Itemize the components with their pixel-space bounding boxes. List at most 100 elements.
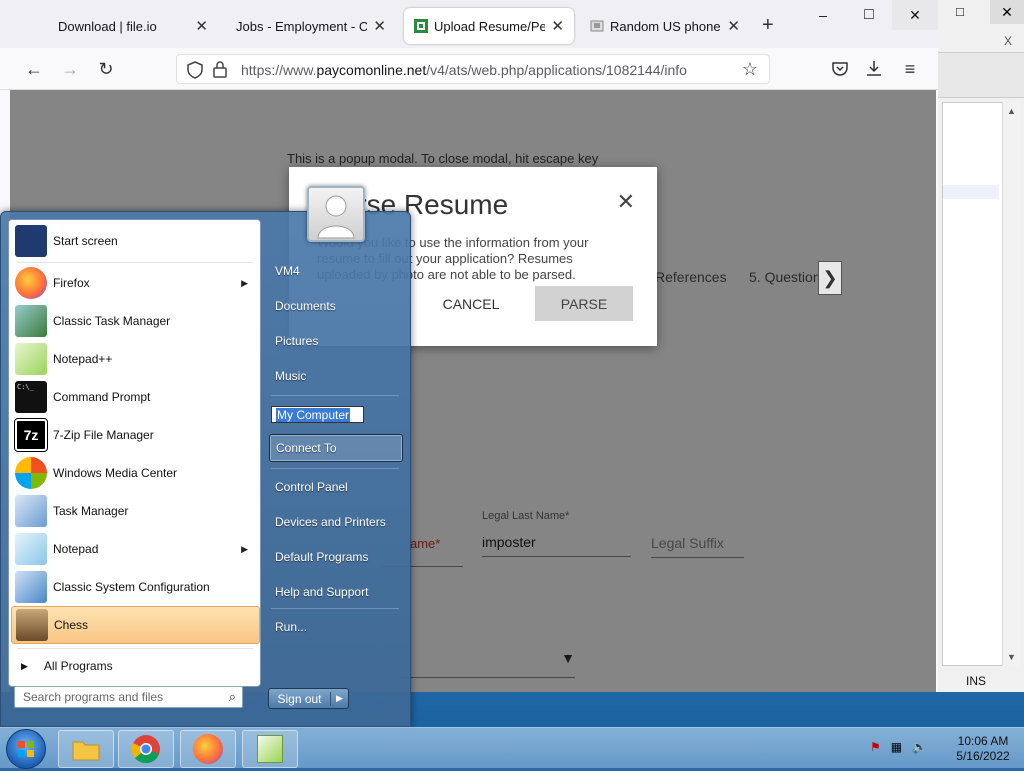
program-label: Firefox — [53, 276, 90, 290]
submenu-arrow-icon[interactable]: ▶ — [241, 278, 248, 289]
rename-my-computer-field[interactable]: My Computer — [271, 406, 364, 423]
tab-random-phone[interactable]: Random US phone num ✕ — [580, 8, 750, 44]
menu-item-documents[interactable]: Documents — [269, 292, 403, 320]
program-label: 7-Zip File Manager — [53, 428, 154, 442]
program-chess[interactable]: Chess — [11, 606, 260, 644]
close-pane-button[interactable]: X — [1004, 34, 1012, 48]
separator — [17, 648, 253, 649]
taskbar-firefox[interactable] — [180, 730, 236, 768]
close-tab-icon[interactable]: ✕ — [373, 17, 386, 35]
close-window-button[interactable]: ✕ — [990, 0, 1024, 24]
program-notepad[interactable]: Notepad ▶ — [11, 530, 260, 568]
separator — [271, 608, 399, 609]
next-step-arrow-icon[interactable]: ❯ — [818, 261, 842, 295]
task-manager-icon — [15, 305, 47, 337]
program-task-manager[interactable]: Task Manager — [11, 492, 260, 530]
paycom-favicon-icon — [414, 19, 428, 33]
program-label: Task Manager — [53, 504, 129, 518]
maximize-button[interactable]: □ — [846, 0, 892, 30]
shield-icon[interactable] — [187, 61, 203, 79]
program-windows-media-center[interactable]: Windows Media Center — [11, 454, 260, 492]
downloads-icon[interactable] — [866, 60, 882, 77]
back-arrow-icon[interactable]: ← — [20, 56, 48, 82]
tab-download-fileio[interactable]: Download | file.io ✕ — [48, 8, 218, 44]
maximize-button[interactable]: □ — [956, 4, 964, 19]
close-window-button[interactable]: ✕ — [892, 0, 938, 30]
program-firefox[interactable]: Firefox ▶ — [11, 264, 260, 302]
search-icon[interactable]: ⌕ — [229, 689, 236, 705]
background-window: □ ✕ X ▲ ▼ INS — [938, 0, 1024, 692]
user-account-picture[interactable] — [307, 186, 365, 242]
program-label: Classic System Configuration — [53, 580, 210, 594]
url-prefix: https://www. — [241, 62, 317, 78]
network-icon[interactable]: ▦ — [891, 740, 902, 754]
close-icon[interactable]: ✕ — [617, 189, 635, 215]
menu-item-run[interactable]: Run... — [269, 613, 403, 641]
menu-item-my-computer: My Computer — [276, 407, 351, 422]
separator — [271, 395, 399, 396]
program-classic-system-configuration[interactable]: Classic System Configuration — [11, 568, 260, 606]
menu-item-devices-and-printers[interactable]: Devices and Printers — [269, 508, 403, 536]
clock[interactable]: 10:06 AM 5/16/2022 — [950, 734, 1016, 764]
tab-title: Jobs - Employment - Caree — [236, 18, 368, 34]
parse-button[interactable]: PARSE — [535, 286, 633, 321]
forward-arrow-icon[interactable]: → — [56, 56, 84, 82]
url-bar[interactable]: https://www.paycomonline.net/v4/ats/web.… — [176, 54, 770, 84]
taskbar-chrome[interactable] — [118, 730, 174, 768]
menu-item-vm4[interactable]: VM4 — [269, 257, 403, 285]
tab-upload-resume[interactable]: Upload Resume/Personal ✕ — [404, 8, 574, 44]
program-start-screen[interactable]: Start screen — [11, 222, 260, 260]
lock-icon[interactable] — [213, 61, 227, 78]
bookmark-star-icon[interactable]: ☆ — [736, 56, 764, 82]
right-arrow-icon: ▶ — [21, 660, 28, 671]
taskbar-file-explorer[interactable] — [58, 730, 114, 768]
menu-item-help-and-support[interactable]: Help and Support — [269, 578, 403, 606]
start-button[interactable] — [6, 729, 46, 769]
menu-item-pictures[interactable]: Pictures — [269, 327, 403, 355]
shutdown-options-arrow-icon[interactable]: ▶ — [331, 693, 348, 704]
scroll-down-icon[interactable]: ▼ — [1003, 652, 1020, 662]
volume-muted-icon[interactable]: 🔈 — [912, 740, 927, 754]
programs-pane: Start screen Firefox ▶ Classic Task Mana… — [8, 219, 261, 687]
action-center-icon[interactable]: ⚑ — [870, 740, 881, 754]
close-tab-icon[interactable]: ✕ — [551, 17, 564, 35]
toolbar-area — [938, 52, 1024, 98]
close-tab-icon[interactable]: ✕ — [195, 17, 208, 35]
vertical-scrollbar[interactable]: ▲ ▼ — [1002, 102, 1020, 666]
menu-item-connect-to[interactable]: Connect To — [269, 434, 403, 462]
close-tab-icon[interactable]: ✕ — [727, 17, 740, 35]
firefox-icon — [193, 734, 223, 764]
sign-out-button[interactable]: Sign out ▶ — [268, 688, 349, 709]
navigation-toolbar: ← → ↻ https://www.paycomonline.net/v4/at… — [0, 48, 938, 90]
menu-hamburger-icon[interactable]: ≡ — [896, 56, 924, 82]
7zip-icon: 7z — [14, 418, 48, 452]
taskbar-notepadpp[interactable] — [242, 730, 298, 768]
program-command-prompt[interactable]: C:\_ Command Prompt — [11, 378, 260, 416]
selected-line — [943, 185, 999, 199]
pocket-icon[interactable] — [832, 61, 848, 76]
search-programs-input[interactable]: Search programs and files ⌕ — [14, 686, 243, 708]
url-domain: paycomonline.net — [316, 62, 427, 78]
new-tab-button[interactable]: + — [762, 14, 774, 37]
program-notepadpp[interactable]: Notepad++ — [11, 340, 260, 378]
cancel-button[interactable]: CANCEL — [429, 287, 513, 321]
scroll-up-icon[interactable]: ▲ — [1003, 106, 1020, 116]
tab-jobs[interactable]: Jobs - Employment - Caree ✕ — [226, 8, 396, 44]
submenu-arrow-icon[interactable]: ▶ — [241, 544, 248, 555]
site-favicon-icon — [590, 20, 604, 32]
program-classic-task-manager[interactable]: Classic Task Manager — [11, 302, 260, 340]
program-label: Notepad — [53, 542, 99, 556]
system-tray: ⚑ ▦ 🔈 — [870, 740, 927, 754]
notepadpp-icon — [15, 343, 47, 375]
menu-item-default-programs[interactable]: Default Programs — [269, 543, 403, 571]
reload-icon[interactable]: ↻ — [92, 56, 120, 82]
desktop: Download | file.io ✕ Jobs - Employment -… — [0, 0, 1024, 769]
program-label: Classic Task Manager — [53, 314, 171, 328]
menu-item-control-panel[interactable]: Control Panel — [269, 473, 403, 501]
all-programs-button[interactable]: ▶ All Programs — [11, 652, 260, 680]
chrome-icon — [131, 735, 160, 764]
menu-item-music[interactable]: Music — [269, 362, 403, 390]
minimize-button[interactable]: – — [800, 0, 846, 30]
program-7zip[interactable]: 7z 7-Zip File Manager — [11, 416, 260, 454]
start-menu: Start screen Firefox ▶ Classic Task Mana… — [0, 211, 411, 727]
